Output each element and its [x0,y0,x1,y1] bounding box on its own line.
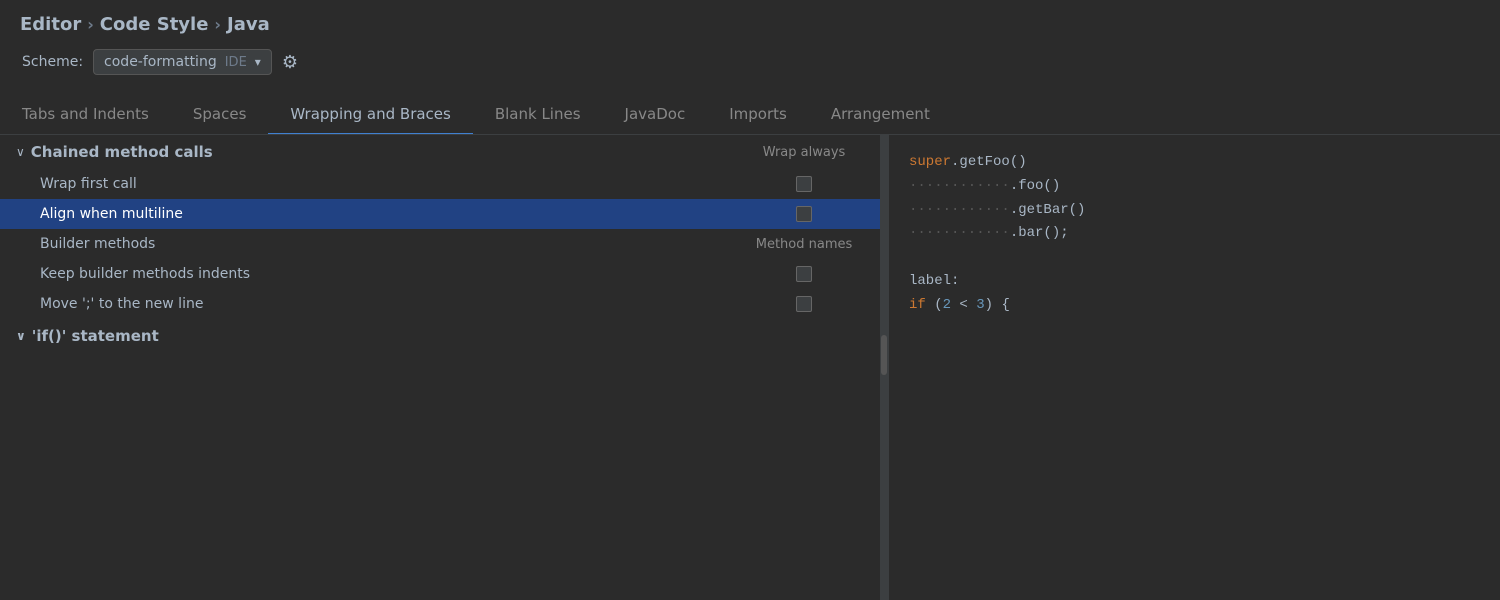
keep-builder-indents-label: Keep builder methods indents [40,266,744,282]
scheme-name: code-formatting [104,54,217,70]
builder-methods-label: Builder methods [40,236,744,252]
scrollbar-thumb [881,335,887,375]
gear-icon[interactable]: ⚙ [282,52,298,73]
keep-builder-indents-row[interactable]: Keep builder methods indents [0,259,880,289]
tab-imports[interactable]: Imports [707,95,809,135]
breadcrumb-java: Java [227,14,270,35]
code-line-5 [909,246,1480,270]
scrollbar[interactable] [880,135,888,600]
header: Editor › Code Style › Java Scheme: code-… [0,0,1500,85]
move-semicolon-checkbox-cell [744,296,864,312]
wrap-first-call-label: Wrap first call [40,176,744,192]
right-panel: super.getFoo() ············.foo() ······… [888,135,1500,600]
align-multiline-label: Align when multiline [40,206,744,222]
method-names-label: Method names [744,237,864,252]
wrap-first-call-checkbox-cell [744,176,864,192]
section1-toggle[interactable]: ∨ Chained method calls [16,143,744,161]
align-multiline-checkbox-cell [744,206,864,222]
scheme-label: Scheme: [22,54,83,70]
tabs-row: Tabs and Indents Spaces Wrapping and Bra… [0,95,1500,135]
main-container: Editor › Code Style › Java Scheme: code-… [0,0,1500,600]
move-semicolon-checkbox[interactable] [796,296,812,312]
breadcrumb-code-style: Code Style [100,14,209,35]
align-multiline-row[interactable]: Align when multiline [0,199,880,229]
chevron-down-icon: ▾ [255,55,261,69]
breadcrumb-sep2: › [214,15,221,34]
code-line-6: label: [909,270,1480,294]
align-multiline-checkbox[interactable] [796,206,812,222]
code-line-3: ············.getBar() [909,199,1480,223]
section1-header-row: ∨ Chained method calls Wrap always [0,135,880,169]
content-area: ∨ Chained method calls Wrap always Wrap … [0,135,1500,600]
section1-chevron: ∨ [16,145,25,159]
move-semicolon-label: Move ';' to the new line [40,296,744,312]
scheme-row: Scheme: code-formatting IDE ▾ ⚙ [20,49,1480,75]
code-super: super [909,154,951,170]
code-line-4: ············.bar(); [909,222,1480,246]
tab-javadoc[interactable]: JavaDoc [603,95,708,135]
tab-wrapping-braces[interactable]: Wrapping and Braces [268,95,472,135]
scheme-dropdown[interactable]: code-formatting IDE ▾ [93,49,272,75]
code-line-1: super.getFoo() [909,151,1480,175]
tab-blank-lines[interactable]: Blank Lines [473,95,603,135]
keep-builder-indents-checkbox-cell [744,266,864,282]
wrap-first-call-row[interactable]: Wrap first call [0,169,880,199]
tab-spaces[interactable]: Spaces [171,95,269,135]
left-panel: ∨ Chained method calls Wrap always Wrap … [0,135,880,600]
wrap-always-column-header: Wrap always [744,145,864,160]
wrap-first-call-checkbox[interactable] [796,176,812,192]
section2-chevron: ∨ [16,329,26,343]
breadcrumb-editor: Editor [20,14,81,35]
section1-label: Chained method calls [31,143,213,161]
scheme-tag: IDE [225,55,247,70]
move-semicolon-row[interactable]: Move ';' to the new line [0,289,880,319]
section2-toggle[interactable]: ∨ 'if()' statement [0,319,880,353]
builder-methods-row[interactable]: Builder methods Method names [0,229,880,259]
keep-builder-indents-checkbox[interactable] [796,266,812,282]
breadcrumb-sep1: › [87,15,94,34]
section2-label: 'if()' statement [32,327,159,345]
tab-tabs-indents[interactable]: Tabs and Indents [0,95,171,135]
breadcrumb: Editor › Code Style › Java [20,14,1480,35]
code-line-2: ············.foo() [909,175,1480,199]
tab-arrangement[interactable]: Arrangement [809,95,952,135]
code-preview: super.getFoo() ············.foo() ······… [909,151,1480,318]
code-line-7: if (2 < 3) { [909,294,1480,318]
